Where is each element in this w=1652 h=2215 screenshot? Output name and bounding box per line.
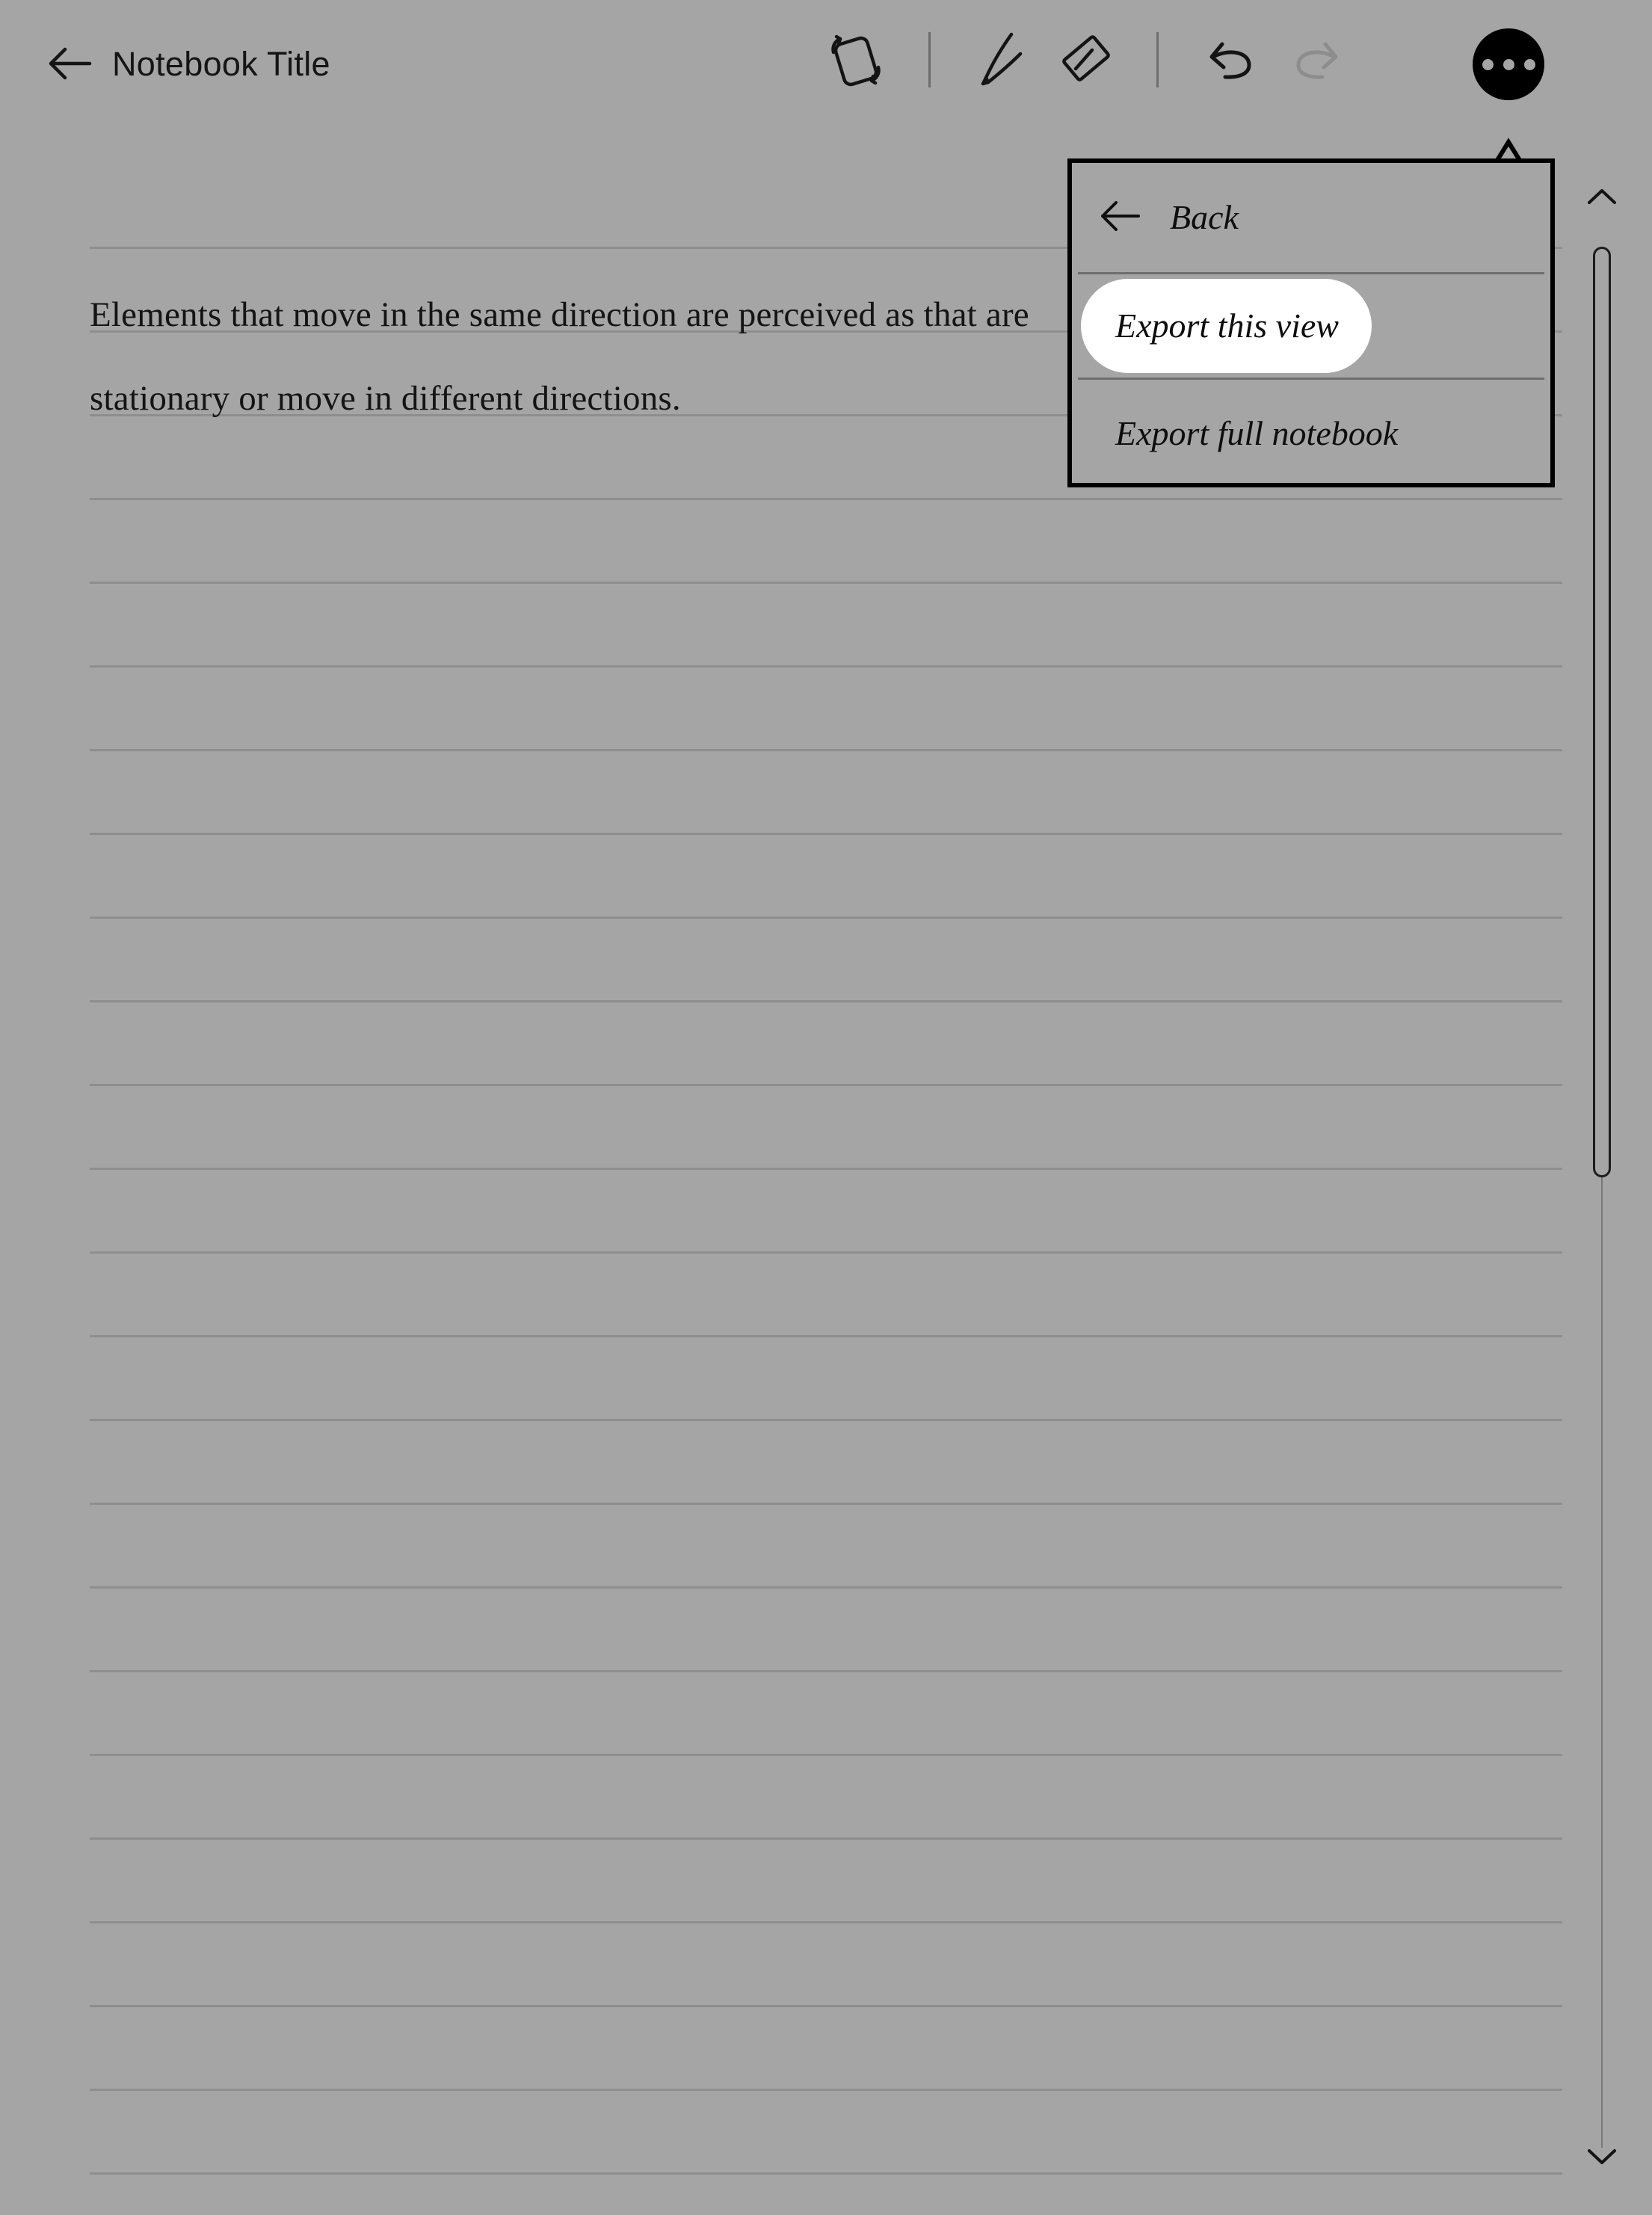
tool-group [815, 30, 1356, 90]
top-toolbar: Notebook Title [0, 0, 1652, 131]
chevron-down-icon[interactable] [1586, 2147, 1618, 2170]
rule-line [90, 1586, 1562, 1589]
rule-line [90, 1754, 1562, 1756]
toolbar-divider [928, 32, 931, 87]
menu-item-label: Back [1170, 198, 1239, 236]
redo-icon[interactable] [1274, 30, 1356, 90]
rule-line [90, 1084, 1562, 1086]
note-body-text: Elements that move in the same direction… [90, 295, 1029, 418]
rule-line [90, 2172, 1562, 2175]
menu-item-label: Export this view [1115, 306, 1339, 345]
rule-line [90, 1419, 1562, 1421]
back-navigation[interactable]: Notebook Title [46, 46, 330, 81]
pen-icon[interactable] [962, 30, 1044, 90]
rule-line [90, 582, 1562, 584]
rule-line [90, 498, 1562, 500]
chevron-up-icon[interactable] [1586, 187, 1618, 210]
rule-line [90, 917, 1562, 919]
dot [1482, 58, 1494, 70]
rule-line [90, 2089, 1562, 2091]
rule-line [90, 1837, 1562, 1840]
toolbar-divider [1156, 32, 1159, 87]
arrow-left-icon [46, 46, 93, 81]
more-options-icon[interactable] [1473, 28, 1544, 100]
rule-line [90, 1503, 1562, 1505]
dot [1502, 58, 1514, 70]
page-title: Notebook Title [112, 44, 330, 83]
rule-line [90, 749, 1562, 751]
scrollbar[interactable] [1586, 0, 1618, 2215]
rule-line [90, 1000, 1562, 1002]
menu-item-label: Export full notebook [1115, 414, 1399, 452]
rule-line [90, 665, 1562, 668]
rule-line [90, 1335, 1562, 1337]
rule-line [90, 833, 1562, 835]
scrollbar-thumb[interactable] [1593, 247, 1611, 1177]
eraser-icon[interactable] [1044, 30, 1126, 90]
undo-icon[interactable] [1192, 30, 1274, 90]
rule-line [90, 1251, 1562, 1254]
rule-line [90, 1168, 1562, 1170]
rule-line [90, 1670, 1562, 1672]
rule-line [90, 2005, 1562, 2007]
menu-item-export-full-notebook[interactable]: Export full notebook [1072, 380, 1550, 487]
menu-item-back[interactable]: Back [1072, 163, 1550, 272]
menu-item-export-this-view[interactable]: Export this view [1072, 274, 1550, 378]
highlight-pill: Export this view [1081, 279, 1372, 373]
rule-line [90, 1921, 1562, 1923]
arrow-left-icon [1098, 200, 1141, 236]
rotate-orientation-icon[interactable] [815, 30, 897, 90]
dot [1523, 58, 1535, 70]
export-menu[interactable]: Back Export this view Export full notebo… [1067, 158, 1555, 487]
